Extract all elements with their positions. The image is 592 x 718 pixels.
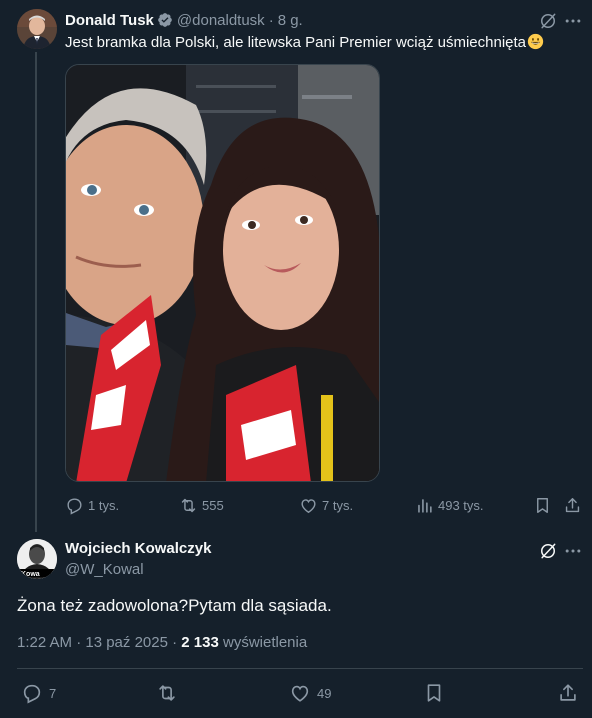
like-button[interactable]: 7 tys.: [299, 494, 353, 516]
grinning-face-emoji-icon: [527, 33, 544, 50]
bookmark-icon: [427, 684, 441, 702]
tweet-main[interactable]: Donald Tusk @donaldtusk · 8 g. Jest bram…: [0, 0, 592, 532]
thread-connector-line: [35, 52, 37, 532]
author-handle[interactable]: @donaldtusk: [177, 12, 265, 29]
bookmark-button[interactable]: [423, 681, 451, 705]
share-icon: [565, 497, 580, 512]
share-icon: [560, 684, 576, 701]
separator-dot: ·: [268, 11, 274, 29]
author-name[interactable]: Donald Tusk: [65, 12, 154, 29]
tweet-text-content: Jest bramka dla Polski, ale litewska Pan…: [65, 34, 527, 51]
repost-button[interactable]: [156, 681, 184, 705]
tweet-photo[interactable]: [65, 64, 380, 482]
reply-icon: [67, 497, 82, 515]
svg-text:Kowa: Kowa: [21, 571, 40, 578]
views-count: 493 tys.: [438, 497, 484, 513]
reply-count: 1 tys.: [88, 497, 120, 513]
like-icon: [301, 498, 316, 513]
like-icon: [291, 685, 309, 702]
avatar-donald-tusk[interactable]: [17, 9, 57, 49]
reply-text: Żona też zadowolona?Pytam dla sąsiada.: [17, 596, 332, 615]
reply-author-name[interactable]: Wojciech Kowalczyk: [65, 540, 211, 557]
reply-views-count: 2 133: [181, 634, 219, 651]
like-count: 49: [317, 685, 332, 701]
divider: [17, 668, 583, 669]
reply-author-handle[interactable]: @W_Kowal: [65, 561, 144, 578]
share-button[interactable]: [557, 681, 585, 705]
grok-icon[interactable]: [538, 541, 558, 561]
tweet-action-bar: 1 tys. 555 7 tys. 493 tys.: [65, 494, 583, 516]
bookmark-icon: [537, 497, 548, 513]
reply-timestamp[interactable]: 1:22 AM · 13 paź 2025 ·: [17, 634, 181, 651]
share-button[interactable]: [563, 494, 586, 516]
views-button[interactable]: 493 tys.: [415, 494, 484, 516]
repost-icon: [181, 498, 196, 512]
tweet-header: Donald Tusk @donaldtusk · 8 g.: [65, 11, 303, 29]
like-count: 7 tys.: [322, 497, 354, 513]
reply-action-bar: 7 49: [17, 681, 583, 705]
grok-icon[interactable]: [538, 11, 558, 31]
reply-views-label: wyświetlenia: [218, 634, 308, 651]
reply-meta: 1:22 AM · 13 paź 2025 · 2 133 wyświetlen…: [17, 634, 307, 651]
post-time[interactable]: 8 g.: [278, 12, 303, 29]
repost-count: 555: [202, 497, 224, 513]
bookmark-button[interactable]: [533, 494, 556, 516]
reply-button[interactable]: 7: [21, 681, 56, 705]
more-icon[interactable]: [563, 11, 583, 31]
avatar-wojciech-kowalczyk[interactable]: Kowa: [17, 539, 57, 579]
tweet-text: Jest bramka dla Polski, ale litewska Pan…: [65, 33, 544, 53]
repost-button[interactable]: 555: [179, 494, 224, 516]
reply-icon: [23, 684, 41, 704]
reply-count: 7: [49, 685, 57, 701]
reply-button[interactable]: 1 tys.: [65, 494, 119, 516]
like-button[interactable]: 49: [289, 681, 331, 705]
views-icon: [418, 498, 432, 513]
repost-icon: [159, 685, 175, 701]
selfie-photo-image: [66, 65, 379, 481]
more-icon[interactable]: [563, 541, 583, 561]
verified-badge-icon: [158, 13, 172, 27]
